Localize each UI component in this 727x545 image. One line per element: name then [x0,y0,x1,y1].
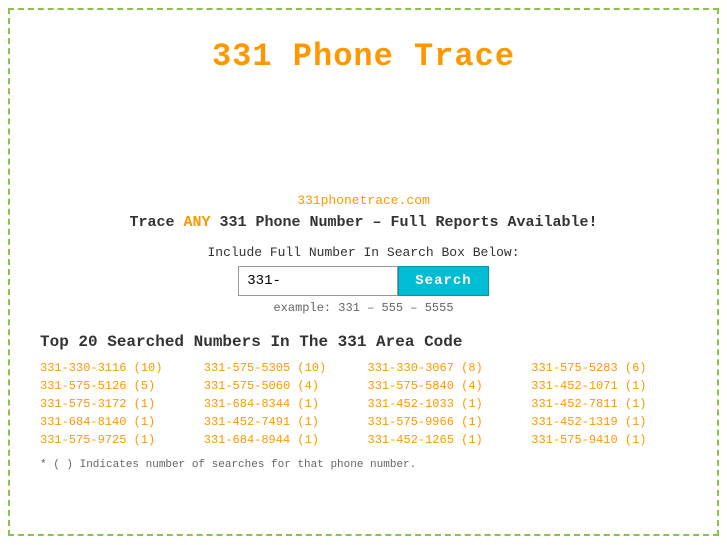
footnote: * ( ) Indicates number of searches for t… [40,459,687,471]
numbers-grid: 331-330-3116 (10) 331-575-5305 (10) 331-33… [40,361,687,447]
number-link[interactable]: 331-452-1265 (1) [368,433,524,447]
search-input[interactable] [238,266,398,296]
tagline-suffix: 331 Phone Number – Full Reports Availabl… [210,214,597,231]
page-title: 331 Phone Trace [40,20,687,85]
site-url: 331phonetrace.com [40,193,687,208]
page-container: 331 Phone Trace 331phonetrace.com Trace … [8,8,719,536]
number-link[interactable]: 331-575-9410 (1) [531,433,687,447]
number-link[interactable]: 331-452-1033 (1) [368,397,524,411]
number-link[interactable]: 331-452-7491 (1) [204,415,360,429]
number-link[interactable]: 331-684-8944 (1) [204,433,360,447]
search-label: Include Full Number In Search Box Below: [40,245,687,260]
number-link[interactable]: 331-684-8344 (1) [204,397,360,411]
top-numbers-title: Top 20 Searched Numbers In The 331 Area … [40,333,687,351]
search-section: Include Full Number In Search Box Below:… [40,245,687,315]
number-link[interactable]: 331-575-5840 (4) [368,379,524,393]
tagline: Trace ANY 331 Phone Number – Full Report… [40,214,687,231]
ad-area [40,85,687,185]
number-link[interactable]: 331-330-3067 (8) [368,361,524,375]
number-link[interactable]: 331-575-5126 (5) [40,379,196,393]
number-link[interactable]: 331-575-5305 (10) [204,361,360,375]
number-link[interactable]: 331-452-1319 (1) [531,415,687,429]
number-link[interactable]: 331-684-8140 (1) [40,415,196,429]
search-example: example: 331 – 555 – 5555 [40,301,687,315]
number-link[interactable]: 331-575-9725 (1) [40,433,196,447]
number-link[interactable]: 331-452-7811 (1) [531,397,687,411]
number-link[interactable]: 331-575-5060 (4) [204,379,360,393]
search-button[interactable]: Search [398,266,488,296]
number-link[interactable]: 331-575-3172 (1) [40,397,196,411]
number-link[interactable]: 331-575-5283 (6) [531,361,687,375]
number-link[interactable]: 331-452-1071 (1) [531,379,687,393]
number-link[interactable]: 331-575-9966 (1) [368,415,524,429]
tagline-any: ANY [183,214,210,231]
search-row: Search [40,266,687,296]
number-link[interactable]: 331-330-3116 (10) [40,361,196,375]
tagline-prefix: Trace [129,214,183,231]
